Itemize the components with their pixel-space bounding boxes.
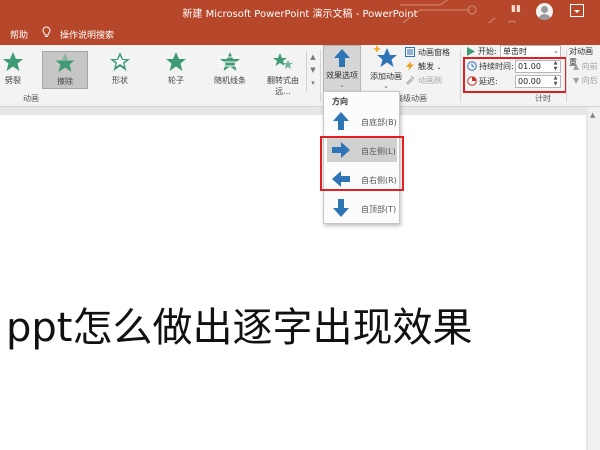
anim-label: 轮子 [168, 76, 184, 85]
anim-label: 劈裂 [5, 76, 21, 85]
anim-wipe[interactable]: 擦除 [42, 51, 88, 89]
star-icon [219, 52, 241, 71]
animation-pane-label: 动画窗格 [418, 48, 450, 57]
chevron-down-icon: ⌄ [383, 82, 389, 90]
slide-canvas[interactable]: ppt怎么做出逐字出现效果 [0, 115, 586, 450]
star-icon [3, 52, 23, 71]
separator [460, 50, 461, 102]
anim-grow-turn[interactable]: 翻转式由远... [260, 51, 306, 96]
star-icon [110, 52, 130, 71]
arrow-down-icon [333, 199, 349, 217]
account-name[interactable]: ▮▮ [511, 4, 529, 16]
painter-icon [406, 75, 415, 85]
anim-shape[interactable]: 形状 [97, 51, 143, 89]
animation-painter-label: 动画刷 [418, 76, 442, 85]
effect-options-button[interactable]: 效果选项 ⌄ [323, 45, 361, 92]
anim-label: 翻转式由远... [267, 76, 299, 96]
workspace: ppt怎么做出逐字出现效果 [0, 107, 600, 450]
effect-options-label: 效果选项 [326, 71, 358, 80]
start-label: 开始: [478, 47, 497, 56]
gallery-scroll[interactable]: ▲ ▼ ▾ [306, 51, 319, 91]
chevron-up-icon[interactable]: ▲ [307, 51, 319, 64]
chevron-down-icon[interactable]: ▼ [307, 64, 319, 77]
option-from-bottom[interactable]: 自底部(B) [327, 109, 397, 133]
group-label-animation: 动画 [23, 94, 39, 103]
move-earlier-button[interactable]: ▲ 向前 [573, 61, 598, 72]
ribbon: 劈裂 擦除 形状 轮子 随机线条 翻转式由远... ▲ ▼ ▾ 动画 效果选项 … [0, 45, 600, 107]
chevron-down-icon: ⌄ [436, 64, 442, 71]
tell-me-search[interactable]: 操作说明搜索 [60, 28, 114, 41]
slide-title-text[interactable]: ppt怎么做出逐字出现效果 [6, 295, 472, 353]
star-icon [273, 53, 293, 69]
option-from-top[interactable]: 自顶部(T) [327, 196, 397, 220]
move-later-button[interactable]: ▼ 向后 [573, 75, 598, 86]
chevron-down-icon: ⌄ [339, 81, 345, 89]
trigger-button[interactable]: 触发 ⌄ [405, 61, 442, 73]
play-icon [467, 47, 475, 56]
title-bar: 新建 Microsoft PowerPoint 演示文稿 - PowerPoin… [0, 0, 600, 45]
option-label: 自底部(B) [361, 118, 397, 127]
anim-label: 形状 [112, 76, 128, 85]
arrow-up-icon [333, 112, 349, 130]
group-label-timing: 计时 [535, 94, 551, 103]
highlight-box-timing [463, 57, 567, 93]
animation-pane-button[interactable]: 动画窗格 [405, 47, 450, 59]
lightbulb-icon [42, 26, 51, 37]
animation-painter-button[interactable]: 动画刷 [405, 75, 442, 87]
anim-label: 擦除 [57, 77, 73, 86]
star-icon [54, 52, 76, 72]
tab-help[interactable]: 帮助 [10, 28, 28, 41]
more-icon[interactable]: ▾ [307, 77, 319, 90]
anim-label: 随机线条 [214, 76, 246, 85]
start-value: 单击时 [503, 47, 527, 56]
vertical-scrollbar[interactable]: ▲ [588, 107, 600, 450]
add-animation-label: 添加动画 [370, 72, 402, 81]
add-star-icon [374, 46, 397, 67]
add-animation-button[interactable]: 添加动画 ⌄ [367, 45, 405, 93]
separator [320, 50, 321, 102]
animation-pane-icon [405, 47, 415, 57]
anim-wheel[interactable]: 轮子 [153, 51, 199, 89]
anim-split[interactable]: 劈裂 [0, 51, 36, 89]
arrow-up-icon [334, 49, 350, 67]
lightning-icon [406, 61, 414, 71]
menu-bar: 帮助 操作说明搜索 [0, 23, 600, 45]
trigger-label: 触发 [418, 62, 434, 71]
window-title: 新建 Microsoft PowerPoint 演示文稿 - PowerPoin… [182, 9, 418, 20]
dropdown-header: 方向 [332, 97, 348, 106]
option-label: 自顶部(T) [361, 205, 397, 214]
star-icon [166, 52, 186, 71]
highlight-box-direction [320, 136, 404, 191]
anim-random-bars[interactable]: 随机线条 [207, 51, 253, 89]
chevron-down-icon: ⌄ [553, 47, 559, 55]
avatar[interactable] [536, 3, 553, 20]
ribbon-display-options-button[interactable] [570, 4, 584, 17]
separator [566, 50, 567, 102]
chevron-up-icon[interactable]: ▲ [590, 111, 595, 119]
